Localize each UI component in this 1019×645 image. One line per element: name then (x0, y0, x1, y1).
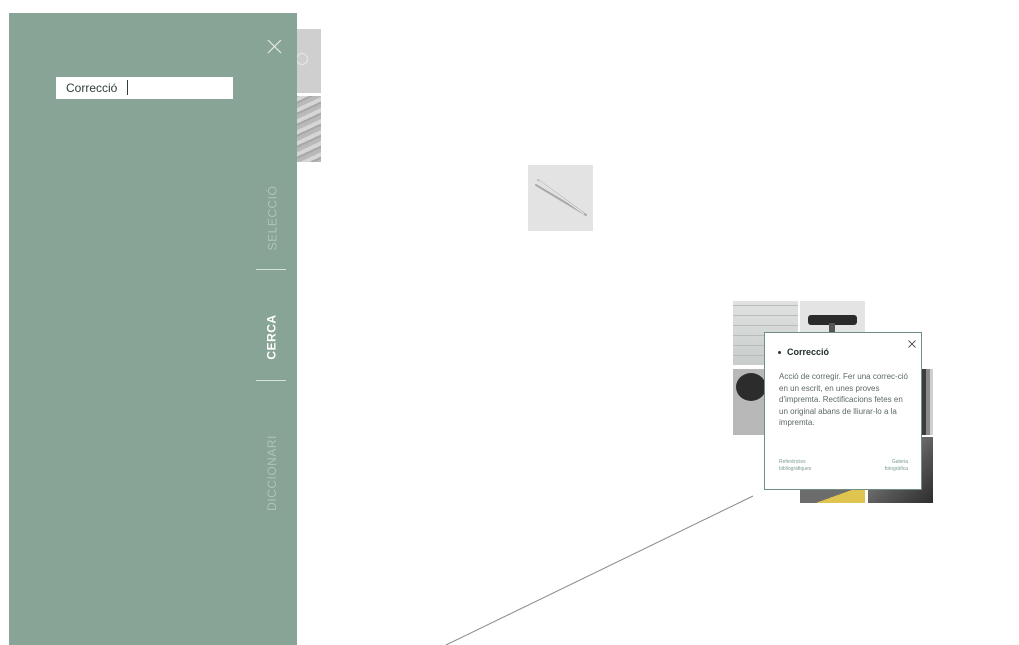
term-info-card: Correcció Acció de corregir. Fer una cor… (764, 332, 922, 490)
tab-cerca[interactable]: CERCA (260, 295, 284, 379)
search-input[interactable] (56, 77, 233, 99)
tab-seleccio[interactable]: SELECCIÓ (260, 173, 284, 263)
bullet-icon (778, 350, 781, 354)
tab-divider (256, 269, 286, 270)
card-header: Correcció (778, 347, 829, 357)
canvas: Correcció Acció de corregir. Fer una cor… (0, 0, 1019, 645)
text-caret (127, 80, 128, 95)
close-icon[interactable] (907, 336, 917, 348)
tab-label: DICCIONARI (265, 435, 280, 511)
tab-label: SELECCIÓ (265, 185, 279, 251)
tab-divider (256, 380, 286, 381)
tab-diccionari[interactable]: DICCIONARI (260, 423, 284, 523)
references-link[interactable]: Referències bibliogràfiques (779, 459, 827, 472)
card-title: Correcció (787, 347, 830, 357)
tab-label: CERCA (265, 314, 280, 360)
card-definition: Acció de corregir. Fer una correc-ció en… (779, 372, 908, 427)
close-icon[interactable] (264, 36, 286, 58)
gallery-link[interactable]: Galeria fotogràfica (868, 459, 908, 472)
search-side-panel: SELECCIÓ CERCA DICCIONARI (9, 13, 297, 645)
